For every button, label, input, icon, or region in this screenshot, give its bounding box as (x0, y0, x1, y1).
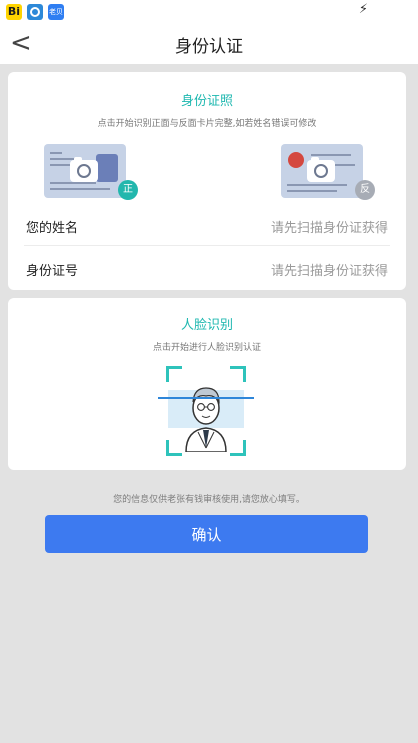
card-text-line (287, 190, 337, 192)
browser-app-icon (27, 4, 43, 20)
card-text-line (50, 164, 72, 166)
id-back-scan-button[interactable] (281, 144, 363, 198)
id-number-label: 身份证号 (26, 264, 79, 279)
front-badge: 正 (118, 180, 138, 200)
name-label: 您的姓名 (26, 221, 79, 236)
card-text-line (287, 184, 347, 186)
charging-bolt-icon: ⚡ (358, 2, 368, 17)
face-section-subtitle: 点击开始进行人脸识别认证 (152, 343, 261, 353)
id-section-subtitle: 点击开始识别正面与反面卡片完整,如若姓名错误可修改 (97, 119, 317, 129)
status-bar: Bi 老贝 ⚡ (0, 0, 418, 24)
card-text-line (311, 154, 351, 156)
card-text-line (50, 182, 96, 184)
bilibili-app-icon: Bi (6, 4, 22, 20)
camera-icon (70, 157, 98, 182)
id-front-scan-button[interactable] (44, 144, 126, 198)
card-text-line (50, 152, 62, 154)
app-badge-icon: 老贝 (48, 4, 64, 20)
id-number-value: 请先扫描身份证获得 (270, 264, 388, 279)
name-row[interactable]: 您的姓名 请先扫描身份证获得 (24, 204, 390, 246)
id-section-title: 身份证照 (180, 94, 233, 109)
id-card-section: 身份证照 点击开始识别正面与反面卡片完整,如若姓名错误可修改 正 反 您的姓名 … (8, 72, 406, 290)
face-scan-button[interactable] (158, 366, 254, 456)
nav-bar: < 身份认证 (0, 24, 418, 64)
person-illustration-icon (185, 387, 227, 452)
confirm-button[interactable]: 确认 (45, 515, 368, 553)
card-text-line (50, 188, 110, 190)
portrait-icon (96, 154, 118, 182)
national-emblem-icon (288, 152, 304, 168)
scan-line (158, 397, 254, 399)
page-title: 身份认证 (175, 37, 243, 57)
face-recognition-section: 人脸识别 点击开始进行人脸识别认证 (8, 298, 406, 470)
camera-icon (307, 157, 335, 182)
id-number-row[interactable]: 身份证号 请先扫描身份证获得 (24, 247, 390, 289)
back-badge: 反 (355, 180, 375, 200)
name-value: 请先扫描身份证获得 (270, 221, 388, 236)
privacy-notice: 您的信息仅供老张有钱审核使用,请您放心填写。 (113, 495, 305, 505)
card-text-line (333, 164, 355, 166)
face-section-title: 人脸识别 (180, 318, 233, 333)
